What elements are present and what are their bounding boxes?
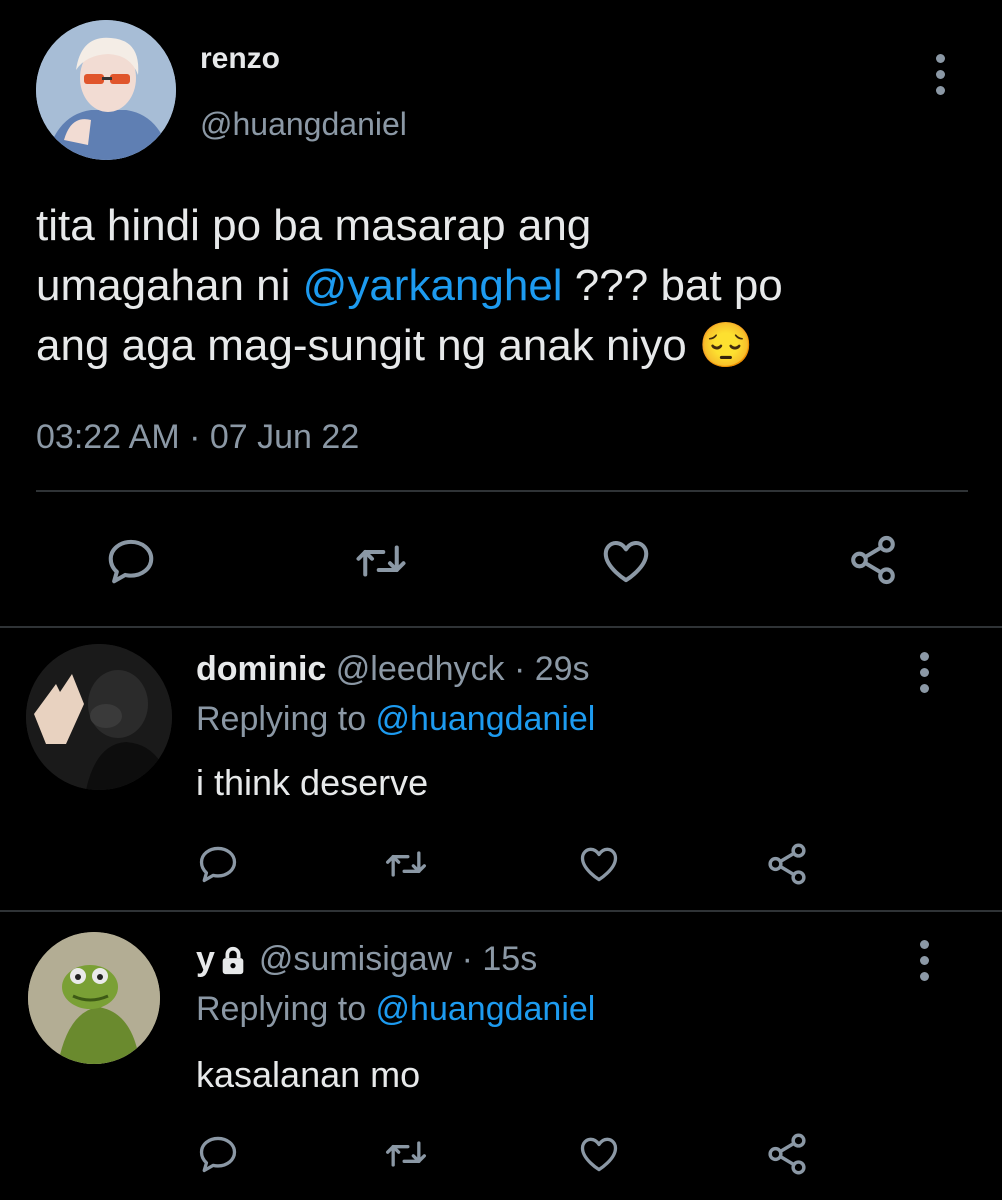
timestamp-separator: ·	[179, 418, 210, 456]
share-icon[interactable]	[764, 840, 810, 888]
reply-header: y @sumisigaw · 15s	[196, 940, 537, 979]
tweet-date: 07 Jun 22	[209, 418, 360, 456]
pensive-emoji: 😔	[698, 321, 754, 370]
retweet-icon[interactable]	[352, 534, 410, 588]
retweet-icon[interactable]	[382, 1132, 430, 1176]
more-icon[interactable]	[920, 940, 929, 981]
more-icon[interactable]	[920, 652, 929, 693]
tweet-text: tita hindi po ba masarap ang umagahan ni…	[36, 196, 783, 376]
tweet-text-line: umagahan ni @yarkanghel ??? bat po	[36, 256, 783, 316]
replying-label: Replying to	[196, 990, 376, 1028]
reply-display-name[interactable]: y	[196, 940, 215, 979]
tweet-text-segment: ang aga mag-sungit ng anak niyo	[36, 321, 699, 370]
like-icon[interactable]	[576, 842, 622, 886]
tweet-text-segment: umagahan ni	[36, 261, 303, 310]
reply-separator: ·	[452, 940, 483, 978]
tweet-time: 03:22 AM	[36, 418, 180, 456]
reply-text: kasalanan mo	[196, 1054, 421, 1095]
author-handle[interactable]: @huangdaniel	[200, 106, 407, 143]
tweet-text-line: tita hindi po ba masarap ang	[36, 201, 592, 250]
divider	[36, 490, 968, 492]
more-icon[interactable]	[936, 54, 945, 95]
mention-link[interactable]: @yarkanghel	[303, 261, 563, 310]
reply-text: i think deserve	[196, 762, 429, 803]
replying-to: Replying to @huangdaniel	[196, 990, 595, 1029]
tweet-text-segment: ??? bat po	[562, 261, 783, 310]
lock-icon	[219, 945, 247, 975]
reply-age: 15s	[482, 940, 538, 978]
avatar[interactable]	[36, 20, 176, 160]
avatar[interactable]	[26, 644, 172, 790]
reply-separator: ·	[504, 650, 535, 688]
replying-to-link[interactable]: @huangdaniel	[376, 990, 596, 1028]
reply-header: dominic @leedhyck · 29s	[196, 650, 590, 689]
like-icon[interactable]	[576, 1132, 622, 1176]
reply-display-name[interactable]: dominic	[196, 650, 326, 688]
avatar[interactable]	[28, 932, 160, 1064]
reply-handle[interactable]: @sumisigaw	[259, 940, 452, 979]
tweet-text-line: ang aga mag-sungit ng anak niyo 😔	[36, 316, 783, 376]
reply-age: 29s	[534, 650, 590, 688]
retweet-icon[interactable]	[382, 842, 430, 886]
author-display-name[interactable]: renzo	[200, 42, 280, 76]
share-icon[interactable]	[764, 1130, 810, 1178]
tweet-timestamp[interactable]: 03:22 AM · 07 Jun 22	[36, 418, 359, 457]
replying-to: Replying to @huangdaniel	[196, 700, 595, 739]
divider	[0, 626, 1002, 628]
share-icon[interactable]	[846, 532, 900, 588]
reply-icon[interactable]	[104, 534, 158, 588]
like-icon[interactable]	[598, 534, 654, 588]
divider	[0, 910, 1002, 912]
reply-handle[interactable]: @leedhyck	[336, 650, 505, 688]
reply-icon[interactable]	[196, 842, 240, 886]
replying-to-link[interactable]: @huangdaniel	[376, 700, 596, 738]
replying-label: Replying to	[196, 700, 376, 738]
reply-icon[interactable]	[196, 1132, 240, 1176]
